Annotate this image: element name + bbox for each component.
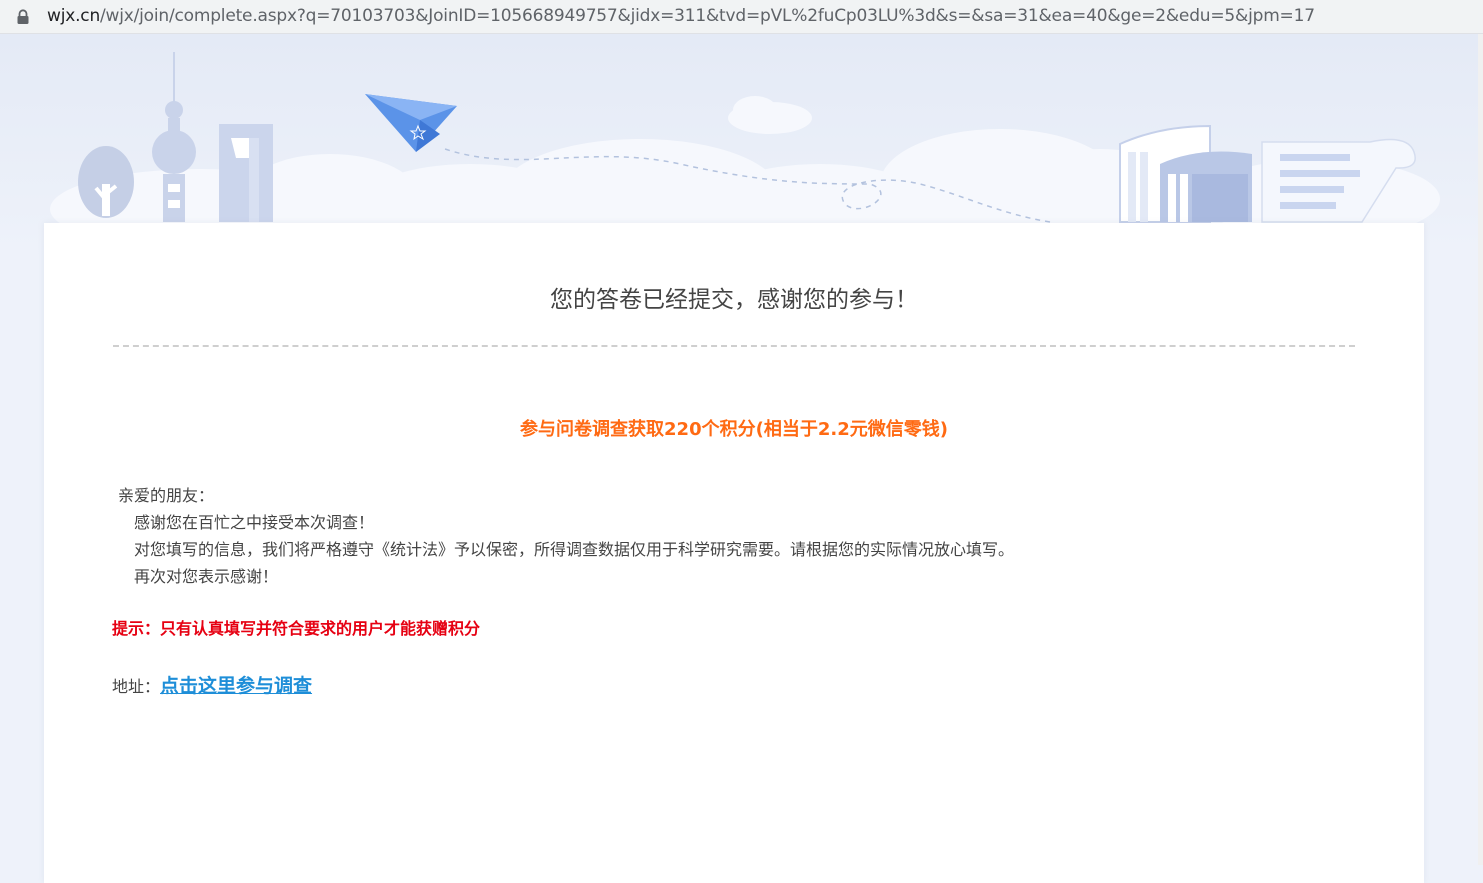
thank-you-letter: 亲爱的朋友： 感谢您在百忙之中接受本次调查！ 对您填写的信息，我们将严格遵守《统…: [118, 482, 1318, 590]
address-bar[interactable]: wjx.cn/wjx/join/complete.aspx?q=70103703…: [0, 0, 1483, 34]
page-title: 您的答卷已经提交，感谢您的参与！: [550, 287, 918, 313]
survey-link[interactable]: 点击这里参与调查: [160, 675, 312, 697]
url-text[interactable]: wjx.cn/wjx/join/complete.aspx?q=70103703…: [47, 6, 1315, 26]
address-row: 地址：点击这里参与调查: [112, 674, 312, 699]
hero-illustration: [50, 52, 1440, 249]
letter-line-3: 再次对您表示感谢！: [134, 567, 279, 586]
page-scrollbar[interactable]: [1478, 34, 1483, 865]
url-path: /wjx/join/complete.aspx?q=70103703&JoinI…: [100, 6, 1315, 26]
letter-salutation: 亲爱的朋友：: [118, 486, 215, 505]
promo-text: 参与问卷调查获取220个积分(相当于2.2元微信零钱): [520, 419, 948, 440]
letter-line-2: 对您填写的信息，我们将严格遵守《统计法》予以保密，所得调查数据仅用于科学研究需要…: [134, 540, 1015, 559]
books-decoration: [1119, 124, 1252, 223]
lock-icon: [17, 9, 29, 24]
letter-line-1: 感谢您在百忙之中接受本次调查！: [134, 513, 375, 532]
building-decoration: [219, 124, 273, 222]
paper-plane-decoration: [365, 94, 457, 152]
tip-text: 提示：只有认真填写并符合要求的用户才能获赠积分: [112, 619, 481, 638]
dashed-divider: [113, 345, 1355, 347]
address-label: 地址：: [112, 677, 161, 696]
hero-banner: [0, 34, 1483, 254]
completion-card: 您的答卷已经提交，感谢您的参与！ 参与问卷调查获取220个积分(相当于2.2元微…: [44, 223, 1424, 883]
tree-decoration: [78, 146, 134, 218]
url-domain: wjx.cn: [47, 6, 101, 26]
